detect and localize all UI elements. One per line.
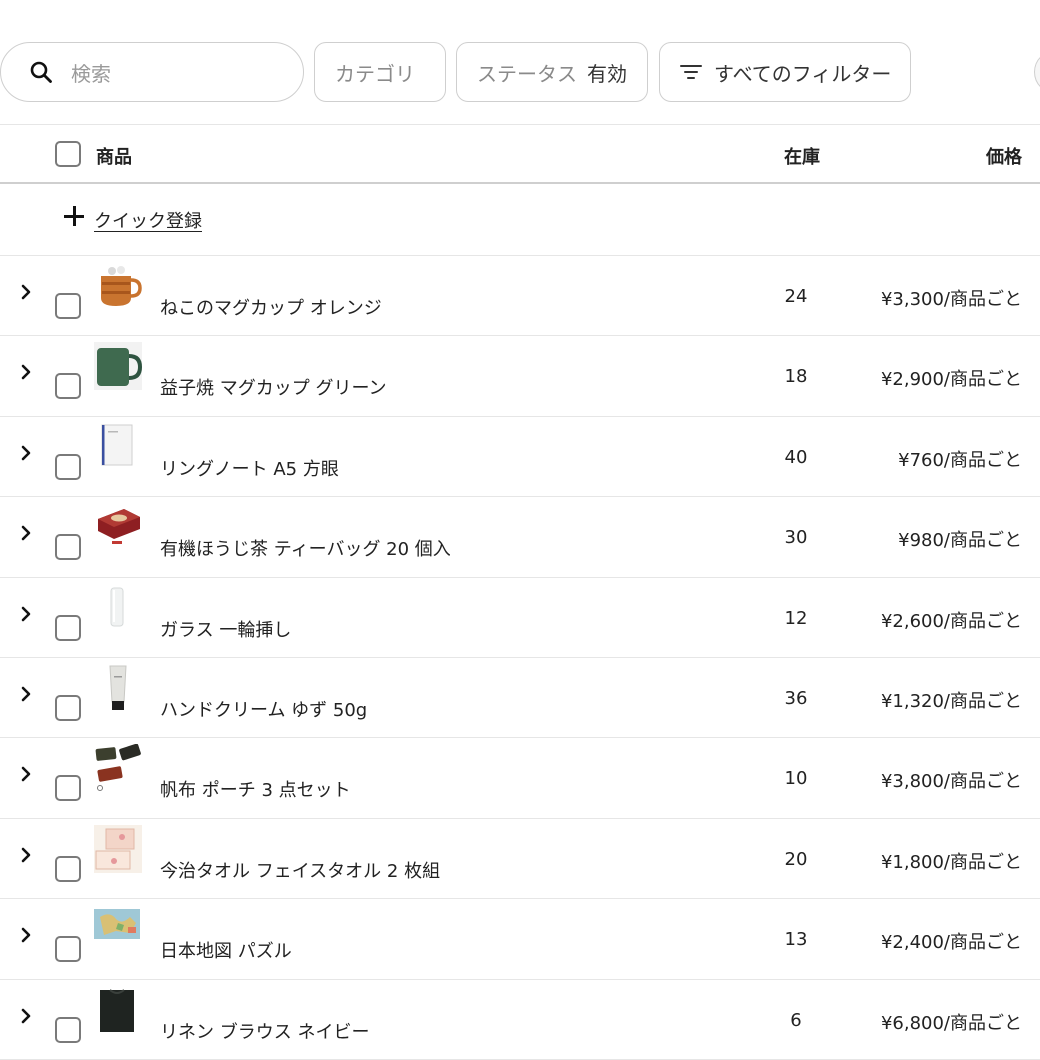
- product-thumbnail: [100, 988, 134, 1032]
- filter-icon: [680, 65, 702, 79]
- chevron-right-icon[interactable]: [18, 927, 34, 943]
- product-name[interactable]: ハンドクリーム ゆず 50g: [160, 696, 367, 722]
- chevron-right-icon[interactable]: [18, 1008, 34, 1024]
- product-price: ¥6,800/商品ごと: [880, 1012, 1022, 1034]
- product-thumbnail: [101, 424, 133, 466]
- chevron-right-icon[interactable]: [18, 364, 34, 380]
- stock-count: 24: [784, 286, 808, 307]
- stock-count: 6: [790, 1009, 802, 1031]
- table-row[interactable]: 日本地図 パズル 13 ¥2,400/商品ごと: [0, 899, 1040, 980]
- row-checkbox[interactable]: [55, 855, 81, 882]
- chevron-right-icon[interactable]: [18, 766, 34, 782]
- product-name[interactable]: ねこのマグカップ オレンジ: [160, 294, 382, 320]
- product-thumbnail: [110, 587, 124, 627]
- product-thumbnail: [101, 266, 142, 306]
- row-checkbox[interactable]: [55, 373, 81, 400]
- product-thumbnail: [94, 342, 142, 391]
- row-checkbox[interactable]: [55, 1016, 81, 1043]
- product-name[interactable]: 帆布 ポーチ 3 点セット: [160, 776, 351, 802]
- stock-count: 36: [784, 687, 808, 709]
- category-filter-button[interactable]: カテゴリ: [314, 42, 446, 102]
- product-price: ¥980/商品ごと: [898, 530, 1022, 552]
- column-header-price[interactable]: 価格: [986, 143, 1022, 169]
- table-row[interactable]: 益子焼 マグカップ グリーン 18 ¥2,900/商品ごと: [0, 336, 1040, 417]
- column-header-product[interactable]: 商品: [96, 143, 132, 169]
- product-thumbnail: [94, 909, 140, 940]
- stock-count: 13: [784, 929, 808, 951]
- status-filter-label: ステータス: [477, 61, 577, 86]
- product-name[interactable]: 日本地図 パズル: [160, 937, 292, 963]
- more-options-button[interactable]: [1034, 50, 1040, 94]
- product-price: ¥3,800/商品ごと: [880, 771, 1022, 793]
- column-header-stock[interactable]: 在庫: [784, 143, 820, 169]
- row-checkbox[interactable]: [55, 614, 81, 641]
- quick-add-row: クイック登録: [0, 184, 1040, 256]
- row-checkbox[interactable]: [55, 534, 81, 561]
- stock-count: 30: [784, 527, 808, 549]
- product-name[interactable]: 今治タオル フェイスタオル 2 枚組: [160, 857, 440, 883]
- filter-bar: 検索 カテゴリ ステータス 有効 すべてのフィルター: [0, 0, 1040, 124]
- category-filter-label: カテゴリ: [335, 61, 415, 86]
- product-name[interactable]: リングノート A5 方眼: [160, 455, 339, 481]
- chevron-right-icon[interactable]: [18, 606, 34, 622]
- product-price: ¥3,300/商品ごと: [880, 289, 1022, 310]
- product-thumbnail: [109, 665, 127, 710]
- product-thumbnail: [95, 744, 141, 792]
- product-name[interactable]: 益子焼 マグカップ グリーン: [160, 374, 387, 400]
- table-row[interactable]: リネン ブラウス ネイビー 6 ¥6,800/商品ごと: [0, 980, 1040, 1060]
- product-price: ¥2,400/商品ごと: [880, 932, 1022, 954]
- row-checkbox[interactable]: [55, 936, 81, 963]
- quick-add-link[interactable]: クイック登録: [94, 207, 202, 233]
- product-thumbnail: [98, 509, 140, 545]
- row-checkbox[interactable]: [55, 293, 81, 319]
- stock-count: 10: [784, 768, 808, 790]
- table-header: 商品 在庫 価格: [0, 124, 1040, 184]
- select-all-checkbox[interactable]: [55, 141, 81, 167]
- chevron-right-icon[interactable]: [18, 445, 34, 461]
- stock-count: 20: [784, 848, 808, 870]
- table-row[interactable]: ハンドクリーム ゆず 50g 36 ¥1,320/商品ごと: [0, 658, 1040, 739]
- plus-icon: [64, 206, 84, 226]
- chevron-right-icon[interactable]: [18, 284, 34, 300]
- product-name[interactable]: 有機ほうじ茶 ティーバッグ 20 個入: [160, 535, 451, 561]
- status-filter-value: 有効: [587, 61, 627, 86]
- stock-count: 12: [784, 607, 808, 629]
- row-checkbox[interactable]: [55, 694, 81, 721]
- table-row[interactable]: 今治タオル フェイスタオル 2 枚組 20 ¥1,800/商品ごと: [0, 819, 1040, 900]
- product-price: ¥760/商品ごと: [898, 449, 1022, 471]
- row-checkbox[interactable]: [55, 453, 81, 480]
- table-row[interactable]: 有機ほうじ茶 ティーバッグ 20 個入 30 ¥980/商品ごと: [0, 497, 1040, 578]
- product-price: ¥1,800/商品ごと: [880, 851, 1022, 873]
- product-thumbnail: [94, 824, 142, 873]
- product-list: ねこのマグカップ オレンジ 24 ¥3,300/商品ごと 益子焼 マグカップ グ…: [0, 256, 1040, 1060]
- product-price: ¥1,320/商品ごと: [880, 690, 1022, 712]
- all-filters-button[interactable]: すべてのフィルター: [659, 42, 911, 102]
- product-price: ¥2,600/商品ごと: [880, 610, 1022, 632]
- table-row[interactable]: リングノート A5 方眼 40 ¥760/商品ごと: [0, 417, 1040, 498]
- status-filter-button[interactable]: ステータス 有効: [456, 42, 648, 102]
- product-price: ¥2,900/商品ごと: [880, 369, 1022, 391]
- stock-count: 18: [784, 366, 808, 388]
- chevron-right-icon[interactable]: [18, 525, 34, 541]
- table-row[interactable]: ガラス 一輪挿し 12 ¥2,600/商品ごと: [0, 578, 1040, 658]
- table-row[interactable]: ねこのマグカップ オレンジ 24 ¥3,300/商品ごと: [0, 256, 1040, 337]
- chevron-right-icon[interactable]: [18, 847, 34, 863]
- search-input[interactable]: 検索: [0, 42, 304, 102]
- chevron-right-icon[interactable]: [18, 686, 34, 702]
- row-checkbox[interactable]: [55, 775, 81, 802]
- stock-count: 40: [784, 446, 808, 468]
- search-icon: [30, 61, 52, 83]
- product-name[interactable]: ガラス 一輪挿し: [160, 616, 291, 642]
- search-placeholder: 検索: [71, 61, 111, 86]
- all-filters-label: すべてのフィルター: [714, 61, 892, 86]
- table-row[interactable]: 帆布 ポーチ 3 点セット 10 ¥3,800/商品ごと: [0, 738, 1040, 819]
- product-name[interactable]: リネン ブラウス ネイビー: [160, 1018, 369, 1044]
